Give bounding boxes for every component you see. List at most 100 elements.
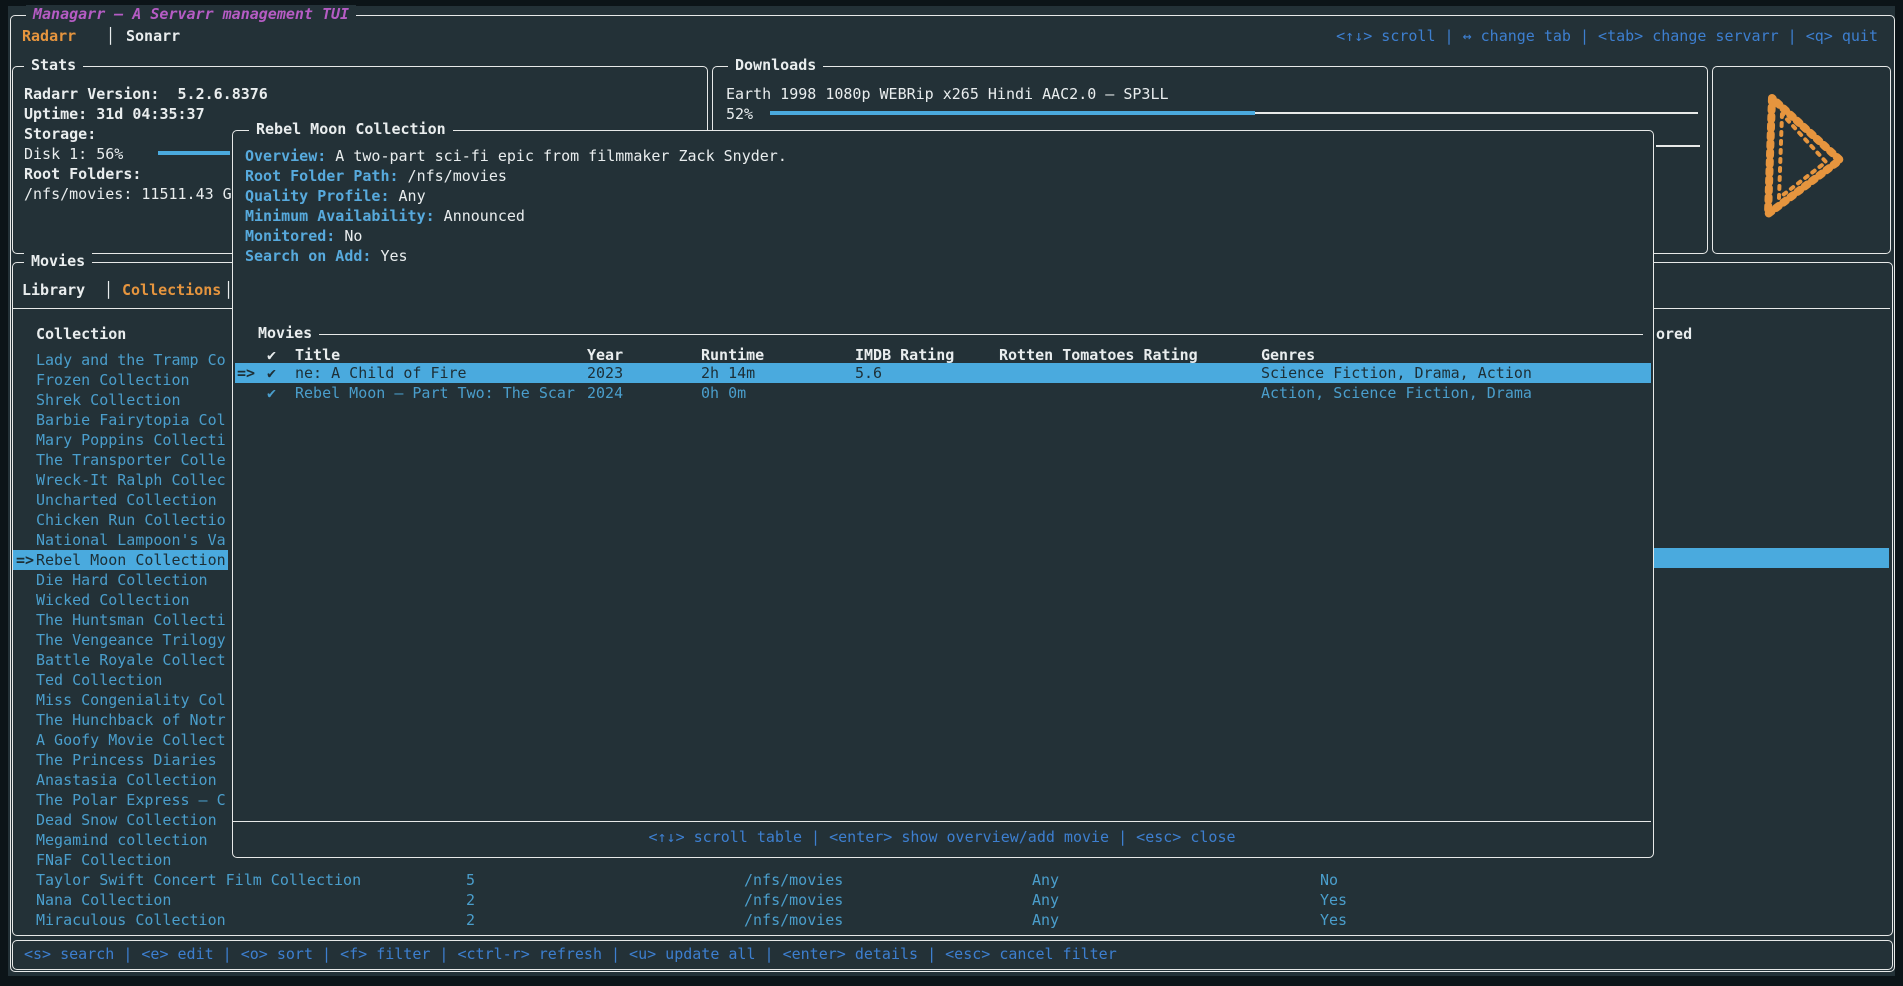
collection-name: Chicken Run Collectio (36, 510, 226, 530)
collection-list-item[interactable]: Taylor Swift Concert Film Collection (13, 870, 433, 890)
collection-name: Lady and the Tramp Co (36, 350, 226, 370)
movies-table-title: Movies (251, 324, 319, 342)
movies-table-title-rule (251, 334, 1643, 335)
collection-monitored-cell: No (1320, 870, 1338, 890)
collection-column-header: Collection (36, 324, 126, 344)
collection-list-item[interactable]: Chicken Run Collectio (13, 510, 228, 530)
selection-marker: => (16, 550, 34, 570)
collection-name: The Princess Diaries (36, 750, 217, 770)
collection-name: Miss Congeniality Col (36, 690, 226, 710)
stats-disk-label: Disk 1: 56% (24, 144, 123, 164)
col-year: Year (587, 345, 623, 365)
col-check: ✔ (267, 345, 276, 365)
collection-name: Uncharted Collection (36, 490, 217, 510)
collection-name: The Hunchback of Notr (36, 710, 226, 730)
collection-list-item[interactable]: The Polar Express – C (13, 790, 228, 810)
collection-path-cell: /nfs/movies (744, 870, 843, 890)
modal-help-separator (233, 821, 1651, 822)
collection-list-item[interactable]: Die Hard Collection (13, 570, 228, 590)
collection-list-item[interactable]: Anastasia Collection (13, 770, 228, 790)
tab-sonarr[interactable]: Sonarr (126, 26, 180, 46)
collection-name: Barbie Fairytopia Col (36, 410, 226, 430)
collection-name: Nana Collection (36, 890, 171, 910)
collection-list-item[interactable]: The Huntsman Collecti (13, 610, 228, 630)
collection-list-item[interactable]: =>Rebel Moon Collection (13, 550, 228, 570)
collection-name: The Polar Express – C (36, 790, 226, 810)
collection-list-item[interactable]: Miraculous Collection (13, 910, 433, 930)
min-availability-value: Announced (435, 207, 525, 225)
col-title: Title (295, 345, 340, 365)
tab-library[interactable]: Library (22, 280, 85, 300)
collection-name: A Goofy Movie Collect (36, 730, 226, 750)
collection-name: Ted Collection (36, 670, 162, 690)
tab-separator: │ (106, 26, 115, 46)
collection-name: Mary Poppins Collecti (36, 430, 226, 450)
movies-panel-title: Movies (24, 252, 92, 270)
overview-value: A two-part sci-fi epic from filmmaker Za… (326, 147, 787, 165)
collection-list-item[interactable]: Uncharted Collection (13, 490, 228, 510)
collection-list-item[interactable]: The Vengeance Trilogy (13, 630, 228, 650)
collection-list-item[interactable]: FNaF Collection (13, 850, 228, 870)
quality-profile-value: Any (390, 187, 426, 205)
stats-root-folders-label: Root Folders: (24, 164, 141, 184)
stats-storage-label: Storage: (24, 124, 96, 144)
collection-list-item[interactable]: Lady and the Tramp Co (13, 350, 228, 370)
collection-name: The Huntsman Collecti (36, 610, 226, 630)
collection-count-cell: 2 (466, 910, 475, 930)
top-keybind-hints: <↑↓> scroll | ↔ change tab | <tab> chang… (1336, 26, 1878, 46)
downloads-panel-title: Downloads (728, 56, 823, 74)
monitored-column-header-fragment: ored (1656, 324, 1692, 344)
root-folder-value: /nfs/movies (399, 167, 507, 185)
collection-list-item[interactable]: A Goofy Movie Collect (13, 730, 228, 750)
collection-name: Taylor Swift Concert Film Collection (36, 870, 361, 890)
managarr-play-logo-icon (1738, 82, 1864, 236)
tab-radarr[interactable]: Radarr (22, 26, 76, 46)
collection-name: National Lampoon's Va (36, 530, 226, 550)
col-rt: Rotten Tomatoes Rating (999, 345, 1198, 365)
search-on-add-value: Yes (371, 247, 407, 265)
collection-list-item[interactable]: Nana Collection (13, 890, 433, 910)
collection-name: Wreck-It Ralph Collec (36, 470, 226, 490)
collection-list-item[interactable]: Shrek Collection (13, 390, 228, 410)
collection-list-item[interactable]: The Hunchback of Notr (13, 710, 228, 730)
collection-list-item[interactable]: Miss Congeniality Col (13, 690, 228, 710)
collection-name: Die Hard Collection (36, 570, 208, 590)
collection-name: Dead Snow Collection (36, 810, 217, 830)
collection-list-item[interactable]: Battle Royale Collect (13, 650, 228, 670)
collection-list-item[interactable]: Ted Collection (13, 670, 228, 690)
collection-name: The Vengeance Trilogy (36, 630, 226, 650)
tab-separator: │ (104, 280, 113, 300)
collection-quality-cell: Any (1032, 870, 1059, 890)
download-item-name: Earth 1998 1080p WEBRip x265 Hindi AAC2.… (726, 84, 1169, 104)
collection-name: Megamind collection (36, 830, 208, 850)
stats-panel-title: Stats (24, 56, 83, 74)
col-genres: Genres (1261, 345, 1315, 365)
root-folder-label: Root Folder Path: (245, 167, 399, 185)
collection-list-item[interactable]: Wicked Collection (13, 590, 228, 610)
collection-list-item[interactable]: Wreck-It Ralph Collec (13, 470, 228, 490)
collection-quality-cell: Any (1032, 890, 1059, 910)
collection-name: Frozen Collection (36, 370, 190, 390)
collection-list-item[interactable]: National Lampoon's Va (13, 530, 228, 550)
collection-name: Anastasia Collection (36, 770, 217, 790)
collection-list-item[interactable]: Barbie Fairytopia Col (13, 410, 228, 430)
collection-list-item[interactable]: Dead Snow Collection (13, 810, 228, 830)
collection-details-modal: Rebel Moon Collection Overview: A two-pa… (232, 130, 1654, 858)
collection-name: The Transporter Colle (36, 450, 226, 470)
download2-progress-track-fragment (1656, 145, 1700, 147)
collection-list-item[interactable]: Megamind collection (13, 830, 228, 850)
stats-uptime: Uptime: 31d 04:35:37 (24, 104, 205, 124)
monitored-label: Monitored: (245, 227, 335, 245)
monitored-value: No (335, 227, 362, 245)
collection-list-item[interactable]: Frozen Collection (13, 370, 228, 390)
collection-name: FNaF Collection (36, 850, 171, 870)
overview-label: Overview: (245, 147, 326, 165)
collection-list-item[interactable]: The Princess Diaries (13, 750, 228, 770)
collection-name: Battle Royale Collect (36, 650, 226, 670)
collection-monitored-cell: Yes (1320, 890, 1347, 910)
collection-name: Miraculous Collection (36, 910, 226, 930)
collection-list-item[interactable]: The Transporter Colle (13, 450, 228, 470)
tab-collections[interactable]: Collections (122, 280, 221, 300)
col-runtime: Runtime (701, 345, 764, 365)
collection-list-item[interactable]: Mary Poppins Collecti (13, 430, 228, 450)
